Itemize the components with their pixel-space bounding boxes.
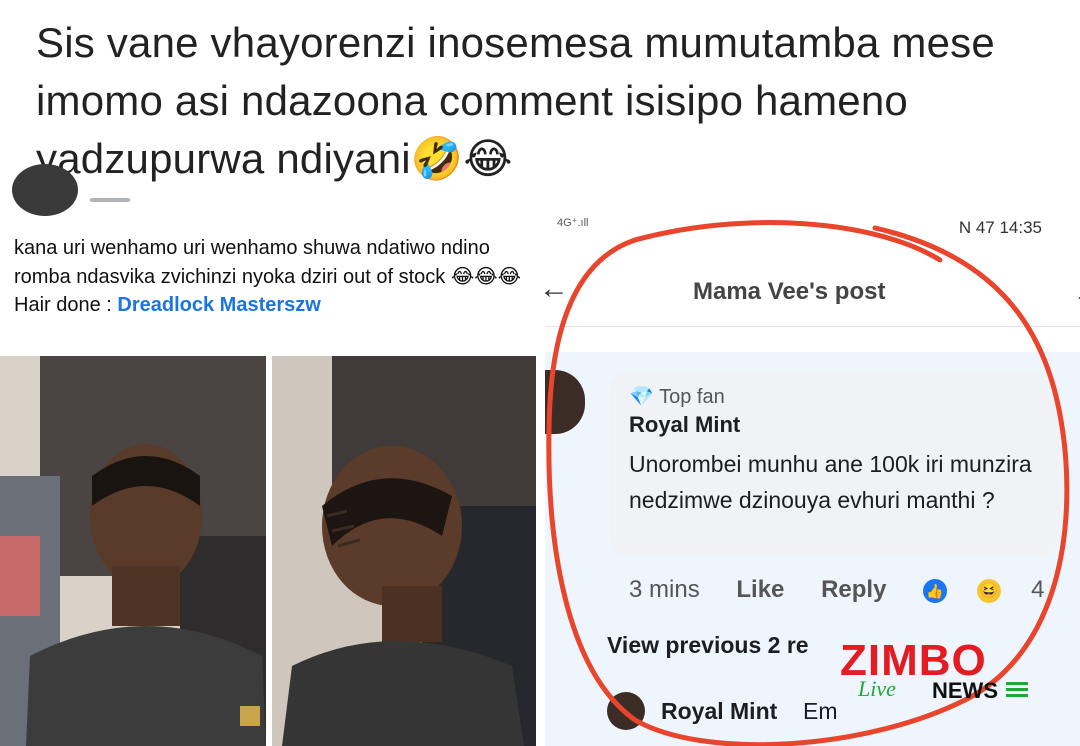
comment-time: 3 mins xyxy=(629,576,700,603)
logo-news: NEWS xyxy=(932,678,998,703)
diamond-icon: 💎 xyxy=(629,386,654,408)
signal-icon: 4G⁺.ıll xyxy=(557,217,589,229)
photo-1-illustration xyxy=(0,356,266,746)
zimbolive-logo: ZIMBO Live NEWS xyxy=(836,636,1036,716)
comment-author[interactable]: Royal Mint xyxy=(629,412,740,438)
haha-reaction-icon: 😆 xyxy=(977,578,1002,603)
photo-2-illustration xyxy=(272,356,536,746)
hair-label: Hair done : xyxy=(14,294,118,316)
joy-emoji-icon: 😂 xyxy=(463,134,513,183)
view-previous-replies[interactable]: View previous 2 re xyxy=(607,632,809,659)
hair-link[interactable]: Dreadlock Masterszw xyxy=(117,294,320,316)
top-fan-badge: 💎 Top fan xyxy=(629,384,725,409)
status-right: N 47 14:35 xyxy=(958,218,1042,237)
logo-live: Live xyxy=(858,676,896,701)
status-bar: 4G⁺.ıll N 47 14:35 xyxy=(545,200,1080,246)
post-photo-2[interactable] xyxy=(272,356,536,746)
post-body: kana uri wenhamo uri wenhamo shuwa ndati… xyxy=(14,234,534,319)
post-body-text: kana uri wenhamo uri wenhamo shuwa ndati… xyxy=(14,237,490,288)
caption-body: Sis vane vhayorenzi inosemesa mumutamba … xyxy=(36,19,995,182)
back-arrow-icon[interactable]: ← xyxy=(545,272,569,306)
caption-text: Sis vane vhayorenzi inosemesa mumutamba … xyxy=(36,14,1056,188)
rofl-emoji-icon: 🤣 xyxy=(410,134,464,183)
top-fan-label: Top fan xyxy=(659,386,725,408)
left-post-panel: kana uri wenhamo uri wenhamo shuwa ndati… xyxy=(0,164,545,746)
like-button[interactable]: Like xyxy=(736,576,784,603)
logo-lines-icon xyxy=(1006,682,1028,700)
like-reaction-icon: 👍 xyxy=(923,578,948,603)
reply-author[interactable]: Royal Mint xyxy=(661,698,777,725)
avatar[interactable] xyxy=(12,164,78,216)
comment-text: Unorombei munhu ane 100k iri munzira ned… xyxy=(629,451,1032,513)
avatar[interactable] xyxy=(607,692,645,730)
reply-snippet: Em xyxy=(803,698,838,724)
comment-bubble[interactable]: 💎 Top fan Royal Mint Unorombei munhu ane… xyxy=(609,370,1059,558)
nav-bar: ← Mama Vee's post ⌕ xyxy=(545,260,1080,327)
post-photo-1[interactable] xyxy=(0,356,266,746)
hair-credit: Hair done : Dreadlock Masterszw xyxy=(14,291,534,319)
laughing-emojis-icon: 😂😂😂 xyxy=(450,264,521,288)
reply-button[interactable]: Reply xyxy=(821,576,886,603)
comment-actions: 3 mins Like Reply 👍 😆 4 xyxy=(629,576,1074,604)
page-title: Mama Vee's post xyxy=(693,278,886,305)
post-meta-icon xyxy=(90,198,130,202)
reaction-count[interactable]: 4 xyxy=(1031,576,1044,603)
